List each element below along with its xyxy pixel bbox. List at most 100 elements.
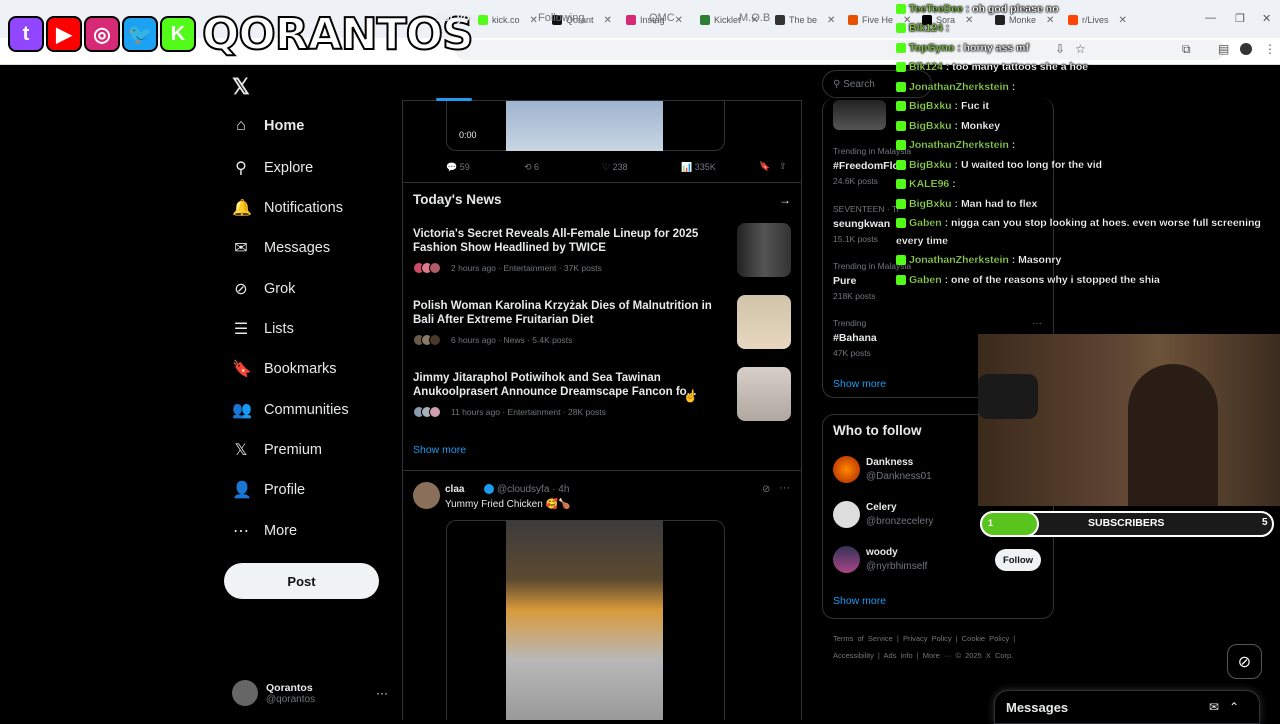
tab-for-you[interactable]: For you — [436, 12, 476, 24]
news-avatars — [413, 405, 447, 419]
tab-close-icon[interactable]: ✕ — [965, 15, 973, 26]
avatar — [429, 406, 441, 418]
browser-tab[interactable]: The be ✕ — [775, 9, 835, 31]
tab-qmc[interactable]: QMC — [649, 12, 675, 24]
tab-close-icon[interactable]: ✕ — [675, 15, 683, 26]
kick-badge-icon — [896, 160, 906, 171]
nav-item-bookmarks[interactable]: 🔖 Bookmarks — [232, 359, 337, 379]
share-icon[interactable]: ⇪ — [779, 161, 787, 172]
new-message-icon[interactable]: ✉ — [1209, 700, 1219, 714]
messages-controls: ✉ ⌃ — [1209, 700, 1239, 714]
expand-icon[interactable]: ⌃ — [1229, 700, 1239, 714]
tab-close-icon[interactable]: ✕ — [1046, 15, 1054, 26]
chat-separator: : — [942, 22, 950, 34]
trend-image[interactable] — [833, 100, 886, 130]
browser-avatar[interactable] — [1240, 43, 1252, 55]
notifications-icon: 🔔 — [232, 200, 252, 217]
follow-avatar[interactable] — [833, 456, 860, 483]
post-button[interactable]: Post — [224, 563, 379, 599]
chat-username: KALE96 — [909, 178, 950, 190]
like-button[interactable]: ♡ 238 — [602, 162, 628, 173]
trend-more-icon[interactable]: ··· — [1032, 318, 1042, 329]
chat-text: every time — [896, 235, 948, 247]
tab-close-icon[interactable]: ✕ — [604, 15, 612, 26]
nav-item-home[interactable]: ⌂ Home — [232, 117, 304, 135]
repost-button[interactable]: ⟲ 6 — [524, 162, 539, 173]
grok-icon[interactable]: ⊘ — [762, 484, 770, 495]
news-thumbnail[interactable] — [737, 367, 791, 421]
more-options-icon[interactable]: ··· — [376, 686, 388, 700]
tab-close-icon[interactable]: ✕ — [827, 15, 835, 26]
tab-close-icon[interactable]: ✕ — [530, 15, 538, 26]
address-bar[interactable] — [455, 40, 1225, 60]
sidebar-icon[interactable]: ▤ — [1218, 42, 1229, 56]
kick-badge-icon — [896, 101, 906, 112]
maximize-icon[interactable]: ❐ — [1235, 12, 1245, 25]
footer-links[interactable]: Terms of Service | Privacy Policy | Cook… — [833, 634, 1015, 643]
tweet-avatar[interactable] — [413, 482, 440, 509]
chat-username: JonathanZherkstein — [909, 254, 1009, 266]
subscriber-current: 1 — [988, 518, 994, 528]
webcam-overlay — [978, 334, 1280, 506]
follow-button[interactable]: Follow — [995, 549, 1041, 571]
nav-item-messages[interactable]: ✉ Messages — [232, 238, 330, 258]
browser-tab[interactable]: kick.co ✕ — [478, 9, 538, 31]
follow-name[interactable]: woody — [866, 547, 898, 558]
follow-avatar[interactable] — [833, 501, 860, 528]
browser-menu-icon[interactable]: ⋮ — [1264, 42, 1276, 56]
nav-item-communities[interactable]: 👥 Communities — [232, 400, 349, 420]
follow-name[interactable]: Dankness — [866, 457, 913, 468]
news-thumbnail[interactable] — [737, 295, 791, 349]
star-icon[interactable]: ☆ — [1075, 42, 1086, 56]
follow-show-more[interactable]: Show more — [833, 595, 886, 607]
tab-following[interactable]: Following — [538, 12, 584, 24]
extensions-icon[interactable]: ⧉ — [1182, 42, 1191, 57]
chat-message: KALE96 : — [896, 178, 956, 190]
news-headline[interactable]: Victoria's Secret Reveals All-Female Lin… — [413, 227, 713, 255]
trend-count: 218K posts — [833, 291, 876, 301]
follow-avatar[interactable] — [833, 546, 860, 573]
video-thumbnail[interactable] — [506, 101, 663, 151]
x-logo-icon[interactable]: 𝕏 — [232, 74, 250, 100]
trends-show-more[interactable]: Show more — [833, 378, 886, 390]
tab-label: Kicklet — [714, 15, 741, 25]
nav-item-more[interactable]: ⋯ More — [232, 521, 297, 541]
tab-close-icon[interactable]: ✕ — [1119, 15, 1127, 26]
views-button[interactable]: 📊 335K — [681, 162, 716, 173]
arrow-right-icon[interactable]: → — [779, 193, 791, 207]
news-thumbnail[interactable] — [737, 223, 791, 277]
nav-item-explore[interactable]: ⚲ Explore — [232, 158, 313, 178]
news-headline[interactable]: Jimmy Jitaraphol Potiwihok and Sea Tawin… — [413, 371, 713, 399]
browser-tab[interactable]: r/Lives ✕ — [1068, 9, 1127, 31]
feed-tabs — [402, 65, 802, 101]
chat-message: Gaben : one of the reasons why i stopped… — [896, 274, 1160, 286]
minimize-icon[interactable]: — — [1205, 12, 1216, 24]
bookmark-icon[interactable]: 🔖 — [759, 161, 770, 172]
trend-title[interactable]: #Bahana — [833, 332, 877, 344]
reply-button[interactable]: 💬 59 — [446, 162, 470, 173]
grok-button[interactable]: ⊘ — [1227, 644, 1262, 679]
nav-item-notifications[interactable]: 🔔 Notifications — [232, 198, 343, 218]
grok-icon: ⊘ — [1237, 653, 1252, 671]
tweet-image[interactable] — [506, 520, 663, 720]
nav-item-grok[interactable]: ⊘ Grok — [232, 279, 295, 299]
video-time: 0:00 — [459, 130, 477, 140]
nav-item-profile[interactable]: 👤 Profile — [232, 480, 305, 500]
nav-item-lists[interactable]: ☰ Lists — [232, 319, 294, 339]
account-switcher[interactable]: Qorantos @qorantos — [232, 680, 315, 706]
trend-title[interactable]: Pure — [833, 275, 856, 287]
tweet-more-icon[interactable]: ··· — [779, 482, 790, 494]
news-show-more[interactable]: Show more — [413, 444, 466, 456]
install-icon[interactable]: ⇩ — [1055, 42, 1065, 56]
tweet-author-name[interactable]: claa — [445, 484, 464, 495]
follow-name[interactable]: Celery — [866, 502, 897, 513]
kick-badge-icon — [896, 62, 906, 73]
close-window-icon[interactable]: ✕ — [1262, 12, 1271, 25]
trend-title[interactable]: seungkwan — [833, 218, 890, 230]
trend-title[interactable]: #FreedomFlo — [833, 160, 899, 172]
footer-links-2[interactable]: Accessibility | Ads info | More ··· © 20… — [833, 651, 1013, 660]
chat-separator: : — [949, 178, 956, 190]
news-headline[interactable]: Polish Woman Karolina Krzyżak Dies of Ma… — [413, 299, 713, 327]
tab-mob[interactable]: M.O.B — [739, 12, 770, 24]
nav-item-premium[interactable]: 𝕏 Premium — [232, 440, 322, 460]
